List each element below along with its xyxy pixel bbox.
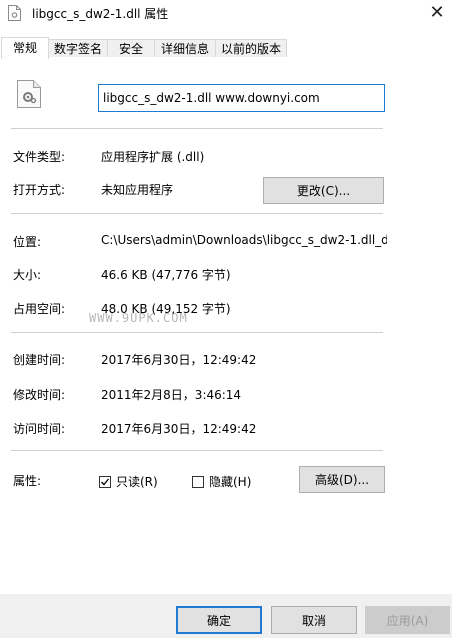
separator <box>11 332 383 333</box>
window-title: libgcc_s_dw2-1.dll 属性 <box>32 7 169 21</box>
accessed-label: 访问时间: <box>13 422 66 436</box>
separator <box>11 128 383 129</box>
location-label: 位置: <box>13 235 42 249</box>
accessed-value: 2017年6月30日，12:49:42 <box>101 422 257 436</box>
tab-security[interactable]: 安全 <box>107 39 155 57</box>
tab-general[interactable]: 常规 <box>1 37 49 59</box>
hidden-checkbox[interactable]: 隐藏(H) <box>192 473 251 490</box>
file-type-value: 应用程序扩展 (.dll) <box>101 150 205 164</box>
modified-label: 修改时间: <box>13 388 66 402</box>
hidden-label: 隐藏(H) <box>209 475 252 489</box>
created-label: 创建时间: <box>13 353 66 367</box>
ok-button[interactable]: 确定 <box>176 606 262 634</box>
watermark: WWW.9UPK.COM <box>89 311 188 325</box>
close-icon[interactable]: ✕ <box>425 2 449 24</box>
separator <box>11 450 383 451</box>
size-on-disk-label: 占用空间: <box>13 302 66 316</box>
apply-button[interactable]: 应用(A) <box>365 606 450 634</box>
location-value: C:\Users\admin\Downloads\libgcc_s_dw2-1.… <box>101 233 387 247</box>
file-name-input[interactable] <box>98 84 385 112</box>
tab-digital-signatures[interactable]: 数字签名 <box>48 39 108 57</box>
tab-previous-versions[interactable]: 以前的版本 <box>215 39 287 57</box>
checkbox-box[interactable] <box>192 475 204 488</box>
size-value: 46.6 KB (47,776 字节) <box>101 268 231 282</box>
tab-details[interactable]: 详细信息 <box>154 39 216 57</box>
advanced-button[interactable]: 高级(D)... <box>299 466 385 493</box>
checkmark-icon <box>101 478 110 485</box>
checkbox-box[interactable] <box>99 475 111 488</box>
opens-with-label: 打开方式: <box>13 183 66 197</box>
readonly-label: 只读(R) <box>116 475 158 489</box>
dll-file-icon <box>8 5 21 21</box>
general-panel <box>0 58 452 594</box>
attributes-label: 属性: <box>13 474 42 488</box>
created-value: 2017年6月30日，12:49:42 <box>101 353 257 367</box>
title-bar: libgcc_s_dw2-1.dll 属性 ✕ <box>0 0 452 27</box>
separator <box>11 213 383 214</box>
change-button[interactable]: 更改(C)... <box>263 177 384 204</box>
opens-with-value: 未知应用程序 <box>101 183 174 197</box>
cancel-button[interactable]: 取消 <box>271 606 357 634</box>
size-label: 大小: <box>13 268 42 282</box>
file-type-label: 文件类型: <box>13 150 66 164</box>
dll-file-icon <box>17 80 41 108</box>
readonly-checkbox[interactable]: 只读(R) <box>99 473 158 490</box>
modified-value: 2011年2月8日，3:46:14 <box>101 388 242 402</box>
tab-strip: 常规 数字签名 安全 详细信息 以前的版本 <box>0 37 452 59</box>
